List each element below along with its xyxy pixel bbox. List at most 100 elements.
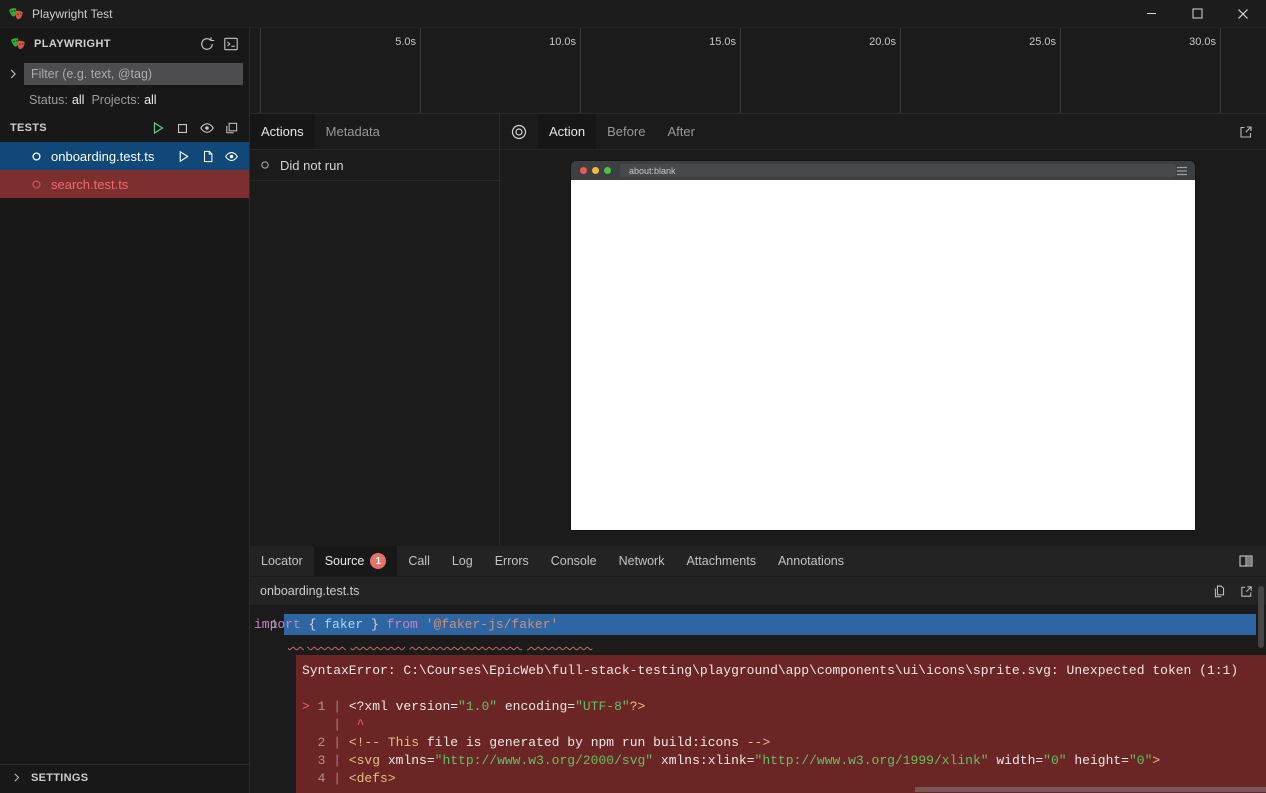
circle-status-icon [30, 178, 43, 191]
tab-attachments[interactable]: Attachments [675, 546, 766, 576]
error-frame-line-2: 2 | <!-- This file is generated by npm r… [302, 734, 1256, 752]
watch-test-eye-icon[interactable] [224, 149, 239, 164]
playwright-masks-icon [8, 6, 24, 22]
tests-section-title: TESTS [10, 122, 47, 134]
horizontal-scrollbar-thumb[interactable] [915, 787, 1266, 792]
tab-log[interactable]: Log [441, 546, 484, 576]
vertical-scrollbar-thumb[interactable] [1258, 586, 1264, 648]
tab-actions[interactable]: Actions [250, 114, 315, 149]
timeline-gridline [1220, 28, 1221, 113]
chevron-right-icon[interactable] [6, 67, 20, 81]
timeline[interactable]: 5.0s 10.0s 15.0s 20.0s 25.0s 30.0s [250, 28, 1266, 114]
timeline-gridline [1060, 28, 1061, 113]
source-error-badge: 1 [370, 553, 386, 569]
projects-value[interactable]: all [144, 93, 157, 107]
test-file-onboarding[interactable]: onboarding.test.ts [0, 142, 249, 170]
terminal-icon[interactable] [223, 36, 239, 52]
settings-section-title: SETTINGS [31, 772, 88, 784]
sidebar: PLAYWRIGHT Status: all Pro [0, 28, 250, 793]
main-area: 5.0s 10.0s 15.0s 20.0s 25.0s 30.0s Actio… [250, 28, 1266, 793]
timeline-tick: 15.0s [676, 36, 736, 48]
traffic-green-icon [604, 167, 611, 174]
playwright-section-header: PLAYWRIGHT [0, 28, 249, 60]
test-file-name: onboarding.test.ts [51, 149, 154, 164]
action-list-item-did-not-run[interactable]: Did not run [250, 150, 499, 181]
status-value[interactable]: all [72, 93, 85, 107]
split-view-icon[interactable] [1238, 553, 1254, 569]
maximize-button[interactable] [1174, 0, 1220, 27]
details-tabbar: Locator Source 1 Call Log Errors Console… [250, 546, 1266, 576]
stop-icon[interactable] [175, 121, 190, 136]
browser-snapshot: about:blank [571, 161, 1195, 530]
traffic-yellow-icon [592, 167, 599, 174]
source-code-text: import { faker } from '@faker-js/faker' [250, 617, 558, 632]
window-title: Playwright Test [32, 7, 112, 21]
tab-before[interactable]: Before [596, 114, 656, 149]
browser-page-body [571, 180, 1195, 530]
status-filter-row: Status: all Projects: all [0, 88, 249, 112]
tab-action[interactable]: Action [538, 114, 596, 149]
chevron-right-icon [10, 771, 23, 784]
open-source-file-icon[interactable] [200, 149, 215, 164]
test-file-name: search.test.ts [51, 177, 128, 192]
snapshot-preview-area: about:blank [500, 150, 1266, 546]
source-line-1: 1 import { faker } from '@faker-js/faker… [250, 614, 1266, 635]
page-url: about:blank [620, 166, 676, 176]
preview-toolbar: Action Before After [500, 114, 1266, 150]
syntax-error-block: SyntaxError: C:\Courses\EpicWeb\full-sta… [296, 655, 1266, 793]
tab-console[interactable]: Console [540, 546, 608, 576]
timeline-tick: 30.0s [1156, 36, 1216, 48]
collapse-all-icon[interactable] [224, 121, 239, 136]
tab-source[interactable]: Source 1 [314, 546, 398, 576]
tab-locator[interactable]: Locator [250, 546, 314, 576]
tab-after[interactable]: After [656, 114, 705, 149]
traffic-red-icon [580, 167, 587, 174]
close-button[interactable] [1220, 0, 1266, 27]
traffic-light-icons [580, 167, 611, 174]
playwright-trace-window: Playwright Test PLAYWRIG [0, 0, 1266, 793]
actions-tabbar: Actions Metadata [250, 114, 499, 150]
title-bar: Playwright Test [0, 0, 1266, 28]
timeline-tick: 20.0s [836, 36, 896, 48]
source-code-area: 1 import { faker } from '@faker-js/faker… [250, 614, 1266, 793]
error-frame-line-3: 3 | <svg xmlns="http://www.w3.org/2000/s… [302, 752, 1256, 770]
timeline-tick: 5.0s [356, 36, 416, 48]
timeline-gridline [420, 28, 421, 113]
settings-section-header[interactable]: SETTINGS [0, 764, 249, 790]
tests-section-header: TESTS [0, 114, 249, 142]
source-file-name: onboarding.test.ts [260, 584, 359, 598]
test-file-search[interactable]: search.test.ts [0, 170, 249, 198]
playwright-masks-icon [10, 36, 26, 52]
tab-errors[interactable]: Errors [484, 546, 540, 576]
refresh-icon[interactable] [199, 36, 215, 52]
open-snapshot-external-link-icon[interactable] [1238, 124, 1254, 140]
error-frame-line-1: > 1 | <?xml version="1.0" encoding="UTF-… [302, 698, 1256, 716]
projects-label: Projects: [91, 93, 140, 107]
test-row-actions [176, 149, 249, 164]
timeline-gridline [580, 28, 581, 113]
error-squiggle: import { faker } from '@faker-js/faker' [288, 635, 1266, 647]
timeline-gridline [260, 28, 261, 113]
filter-input[interactable] [24, 63, 243, 85]
error-frame-caret-line: | ^ [302, 716, 1256, 734]
window-controls [1128, 0, 1266, 27]
preview-panel: Action Before After [500, 114, 1266, 546]
timeline-tick: 25.0s [996, 36, 1056, 48]
copy-icon[interactable] [1212, 584, 1227, 599]
filter-row [0, 60, 249, 88]
minimize-button[interactable] [1128, 0, 1174, 27]
error-frame-line-4: 4 | <defs> [302, 770, 1256, 788]
timeline-gridline [740, 28, 741, 113]
run-test-play-icon[interactable] [176, 149, 191, 164]
pick-locator-target-icon[interactable] [510, 123, 528, 141]
tab-call[interactable]: Call [397, 546, 441, 576]
tab-metadata[interactable]: Metadata [315, 114, 391, 149]
tab-network[interactable]: Network [608, 546, 676, 576]
tab-annotations[interactable]: Annotations [767, 546, 855, 576]
watch-all-eye-icon[interactable] [199, 120, 215, 136]
error-message: SyntaxError: C:\Courses\EpicWeb\full-sta… [302, 662, 1256, 680]
did-not-run-label: Did not run [280, 158, 344, 173]
circle-status-icon [259, 159, 271, 171]
run-all-play-icon[interactable] [150, 120, 166, 136]
open-source-external-link-icon[interactable] [1239, 584, 1254, 599]
